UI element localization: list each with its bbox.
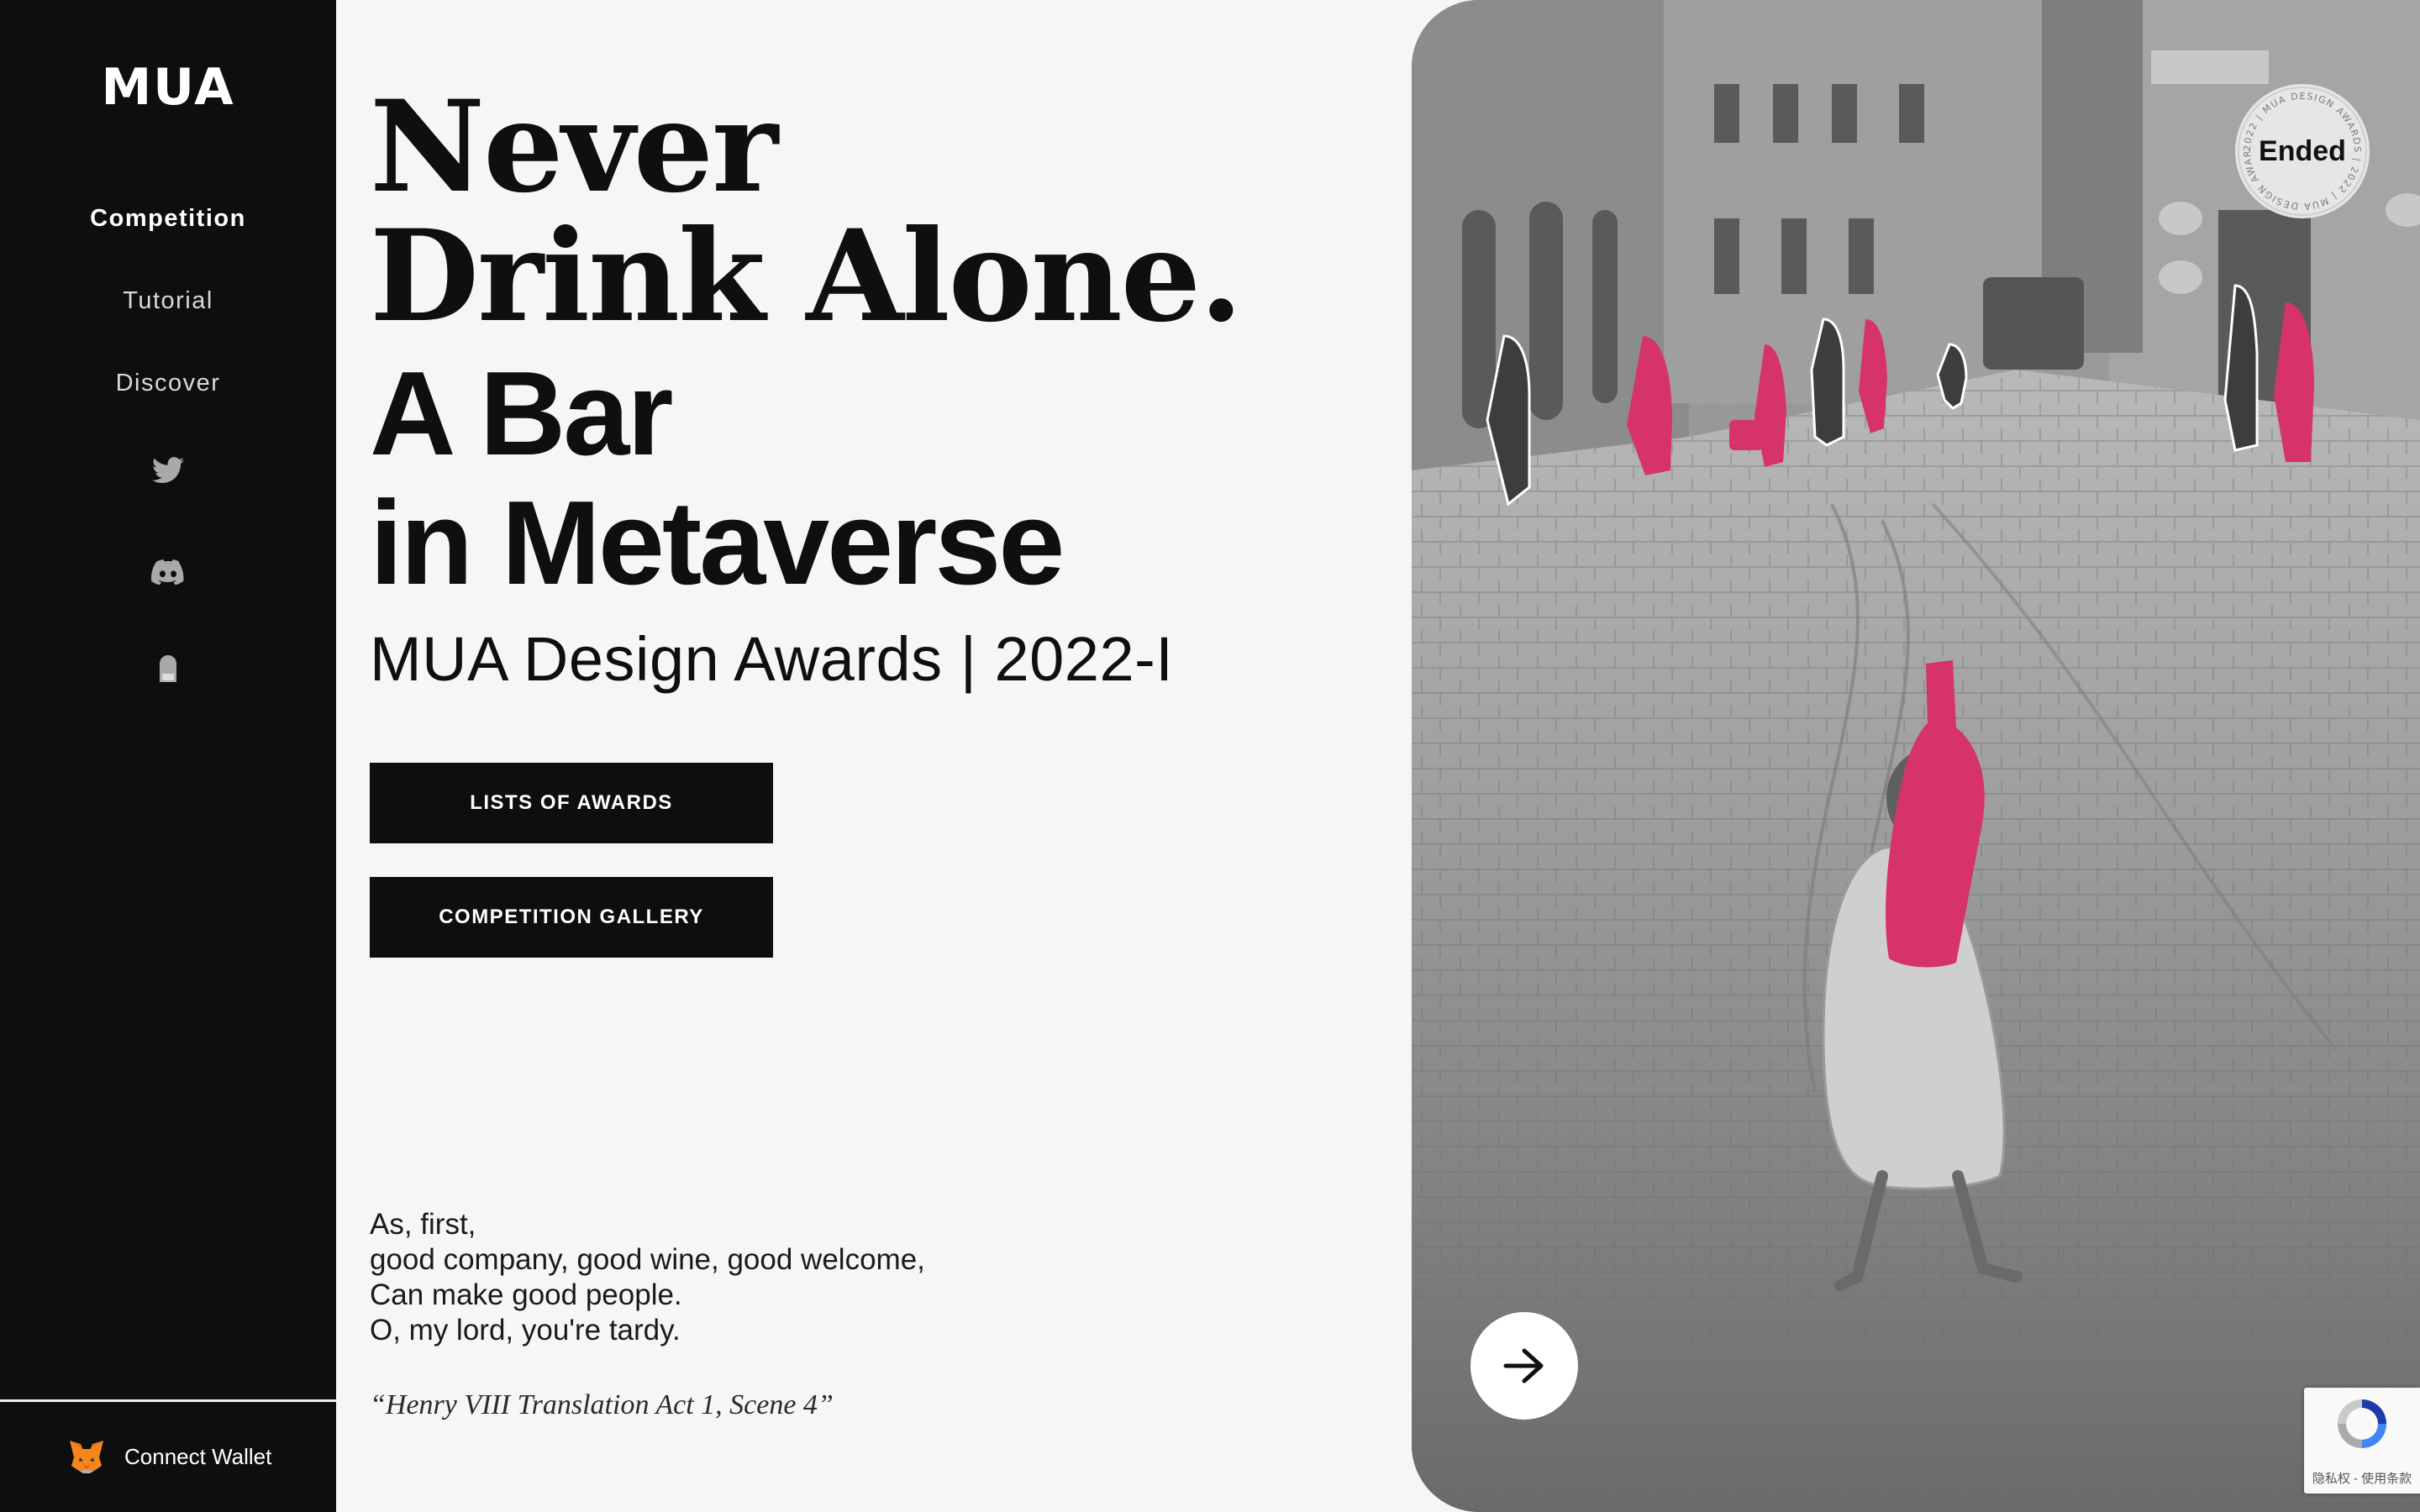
door-icon xyxy=(160,655,176,682)
poem-line: Can make good people. xyxy=(370,1278,682,1311)
headline-line-2: Drink Alone. xyxy=(370,202,1243,350)
connect-wallet-label: Connect Wallet xyxy=(124,1443,272,1469)
ended-badge: 2022 | MUA DESIGN AWARDS | 2022 | MUA DE… xyxy=(2235,84,2370,218)
connect-wallet-button[interactable]: Connect Wallet xyxy=(67,1433,271,1480)
lists-of-awards-button[interactable]: LISTS OF AWARDS xyxy=(370,763,773,843)
headline-line-4: in Metaverse xyxy=(370,476,1065,610)
headline-line-1: Never xyxy=(370,73,778,221)
competition-gallery-button[interactable]: COMPETITION GALLERY xyxy=(370,877,773,958)
event-subtitle: MUA Design Awards | 2022-I xyxy=(370,624,1174,694)
nav-item-competition[interactable]: Competition xyxy=(0,193,336,276)
poem-line: As, first, xyxy=(370,1208,476,1241)
twitter-link[interactable] xyxy=(0,457,336,484)
discord-icon xyxy=(151,559,184,585)
discord-link[interactable] xyxy=(0,559,336,585)
hero-photo: 2022 | MUA DESIGN AWARDS | 2022 | MUA DE… xyxy=(1412,0,2420,1512)
arrow-right-icon xyxy=(1503,1348,1544,1383)
recaptcha-badge[interactable]: 隐私权 - 使用条款 xyxy=(2304,1388,2420,1494)
svg-text:MUA: MUA xyxy=(101,66,234,108)
nav-item-discover[interactable]: Discover xyxy=(0,358,336,440)
badge-status: Ended xyxy=(2259,134,2346,167)
recaptcha-icon xyxy=(2338,1399,2386,1448)
poem-line: O, my lord, you're tardy. xyxy=(370,1314,681,1347)
poem-line: good company, good wine, good welcome, xyxy=(370,1243,925,1276)
poem-citation: “Henry VIII Translation Act 1, Scene 4” xyxy=(370,1389,834,1420)
metamask-fox-icon xyxy=(70,1441,103,1473)
headline-line-3: A Bar xyxy=(370,347,674,480)
main-nav: Competition Tutorial Discover xyxy=(0,193,336,440)
next-slide-button[interactable] xyxy=(1470,1312,1578,1420)
door-link[interactable] xyxy=(0,655,336,682)
poem-quote: As, first, good company, good wine, good… xyxy=(370,1207,925,1348)
nav-item-tutorial[interactable]: Tutorial xyxy=(0,276,336,358)
sidebar: MUA Competition Tutorial Discover Connec… xyxy=(0,0,336,1512)
mua-logo[interactable]: MUA xyxy=(66,66,271,108)
twitter-icon xyxy=(152,457,184,484)
recaptcha-terms[interactable]: 隐私权 - 使用条款 xyxy=(2304,1469,2420,1487)
sidebar-divider xyxy=(0,1399,336,1402)
street-scene-image xyxy=(1412,0,2420,1512)
